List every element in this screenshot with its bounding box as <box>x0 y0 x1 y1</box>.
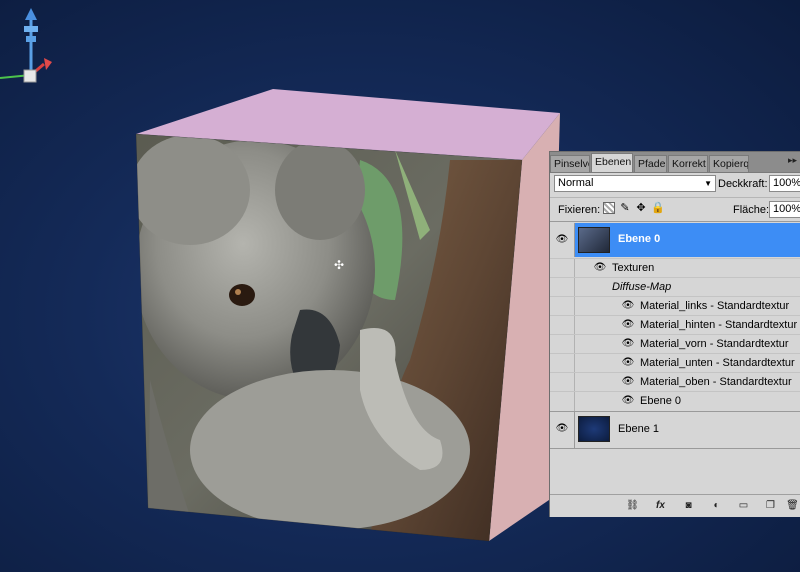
visibility-eye-icon[interactable]: 👁 <box>554 233 570 247</box>
layer-row-ebene-1[interactable]: 👁 Ebene 1 <box>550 411 800 449</box>
lock-transparency-icon[interactable] <box>603 202 615 214</box>
visibility-eye-icon[interactable]: 👁 <box>620 356 636 370</box>
folder-icon[interactable]: ▭ <box>737 499 750 512</box>
texture-row[interactable]: 👁 Material_hinten - Standardtextur <box>550 315 800 335</box>
tab-pfade[interactable]: Pfade <box>634 155 667 172</box>
lock-move-icon[interactable]: ✥ <box>635 202 647 214</box>
chevron-down-icon: ▼ <box>704 179 712 188</box>
texture-row[interactable]: 👁 Ebene 0 <box>550 391 800 411</box>
3d-cube[interactable] <box>0 0 560 545</box>
texture-row[interactable]: 👁 Material_vorn - Standardtextur <box>550 334 800 354</box>
lock-icons: ✎ ✥ 🔒 <box>603 202 665 214</box>
texture-row[interactable]: 👁 Material_unten - Standardtextur <box>550 353 800 373</box>
layer-thumbnail <box>578 416 610 442</box>
adjustment-icon[interactable]: ◐ <box>710 499 723 512</box>
texture-label: Material_unten - Standardtextur <box>640 357 795 369</box>
texture-label: Material_hinten - Standardtextur <box>640 319 798 331</box>
tab-pinselvorgaben[interactable]: Pinselvo <box>550 155 590 172</box>
diffuse-map-row[interactable]: Diffuse-Map <box>550 277 800 297</box>
lock-brush-icon[interactable]: ✎ <box>619 202 631 214</box>
opacity-label: Deckkraft: <box>718 178 768 190</box>
new-layer-icon[interactable]: ❐ <box>764 499 777 512</box>
panel-menu-icon[interactable]: ▸▸ <box>788 155 797 166</box>
mask-icon[interactable]: ◙ <box>682 499 695 512</box>
visibility-eye-icon[interactable]: 👁 <box>620 375 636 389</box>
lock-all-icon[interactable]: 🔒 <box>651 202 665 214</box>
divider <box>550 197 800 198</box>
texture-row[interactable]: 👁 Material_oben - Standardtextur <box>550 372 800 392</box>
layer-row-ebene-0[interactable]: 👁 Ebene 0 <box>550 223 800 257</box>
fill-input[interactable]: 100% <box>769 201 800 218</box>
panel-bottom-toolbar: ⛓ fx ◙ ◐ ▭ ❐ 🗑 <box>550 494 800 517</box>
texture-label: Material_vorn - Standardtextur <box>640 338 789 350</box>
diffuse-map-label: Diffuse-Map <box>612 281 672 293</box>
visibility-eye-icon[interactable]: 👁 <box>592 261 608 275</box>
panel-tabs: Pinselvo Ebenen Pfade Korrekt Kopierq ▸▸ <box>550 152 800 173</box>
layer-thumbnail-3d <box>578 227 610 253</box>
texture-label: Ebene 0 <box>640 395 681 407</box>
tab-ebenen[interactable]: Ebenen <box>591 153 633 172</box>
fill-label: Fläche: <box>733 204 770 216</box>
visibility-eye-icon[interactable]: 👁 <box>620 318 636 332</box>
cube-front-face-texture <box>136 134 522 541</box>
rotate-cursor-icon: ✣ <box>334 258 345 272</box>
textures-label: Texturen <box>612 262 655 274</box>
tab-kopierquelle[interactable]: Kopierq <box>709 155 749 172</box>
tab-korrektur[interactable]: Korrekt <box>668 155 708 172</box>
blend-mode-select[interactable]: Normal ▼ <box>554 175 716 192</box>
layers-panel: Pinselvo Ebenen Pfade Korrekt Kopierq ▸▸… <box>549 151 800 517</box>
texture-label: Material_links - Standardtextur <box>640 300 790 312</box>
texture-row[interactable]: 👁 Material_links - Standardtextur <box>550 296 800 316</box>
textures-group-row[interactable]: 👁 Texturen <box>550 258 800 278</box>
visibility-eye-icon[interactable]: 👁 <box>554 422 570 436</box>
link-icon[interactable]: ⛓ <box>626 499 639 512</box>
layer-name: Ebene 1 <box>618 423 659 435</box>
texture-label: Material_oben - Standardtextur <box>640 376 792 388</box>
lock-label: Fixieren: <box>558 204 601 216</box>
layer-name: Ebene 0 <box>618 233 661 245</box>
visibility-eye-icon[interactable]: 👁 <box>620 337 636 351</box>
visibility-eye-icon[interactable]: 👁 <box>620 299 636 313</box>
fx-icon[interactable]: fx <box>654 499 667 512</box>
layers-list: 👁 Ebene 0 👁 Texturen Diffuse-Map 👁 Mater… <box>550 221 800 495</box>
opacity-input[interactable]: 100% <box>769 175 800 192</box>
trash-icon[interactable]: 🗑 <box>786 499 799 512</box>
visibility-eye-icon[interactable]: 👁 <box>620 394 636 408</box>
blend-mode-value: Normal <box>558 177 594 189</box>
